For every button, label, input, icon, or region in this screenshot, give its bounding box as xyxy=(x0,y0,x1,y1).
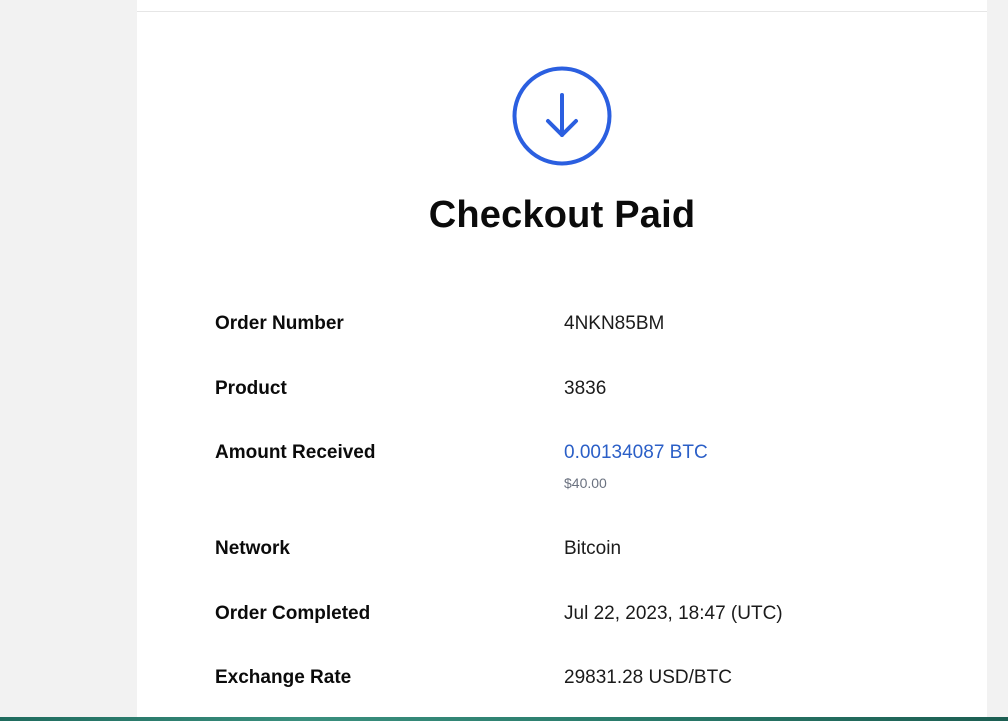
amount-received-label: Amount Received xyxy=(215,442,376,463)
order-number-value: 4NKN85BM xyxy=(564,313,665,334)
divider xyxy=(137,11,987,12)
amount-received-value: 0.00134087 BTC xyxy=(564,442,708,463)
order-number-label: Order Number xyxy=(215,313,344,334)
arrow-down-circle-icon xyxy=(512,66,612,166)
amount-received-fiat: $40.00 xyxy=(564,475,607,491)
network-label: Network xyxy=(215,538,290,559)
page-title: Checkout Paid xyxy=(428,194,696,236)
product-value: 3836 xyxy=(564,378,607,399)
checkout-card: Checkout Paid Order Number 4NKN85BM Prod… xyxy=(137,0,987,717)
exchange-rate-label: Exchange Rate xyxy=(215,667,352,688)
network-value: Bitcoin xyxy=(564,538,622,559)
product-label: Product xyxy=(215,378,287,399)
order-completed-label: Order Completed xyxy=(215,603,371,624)
background-strip xyxy=(0,717,1008,721)
order-completed-value: Jul 22, 2023, 18:47 (UTC) xyxy=(564,603,783,624)
exchange-rate-value: 29831.28 USD/BTC xyxy=(564,667,732,688)
